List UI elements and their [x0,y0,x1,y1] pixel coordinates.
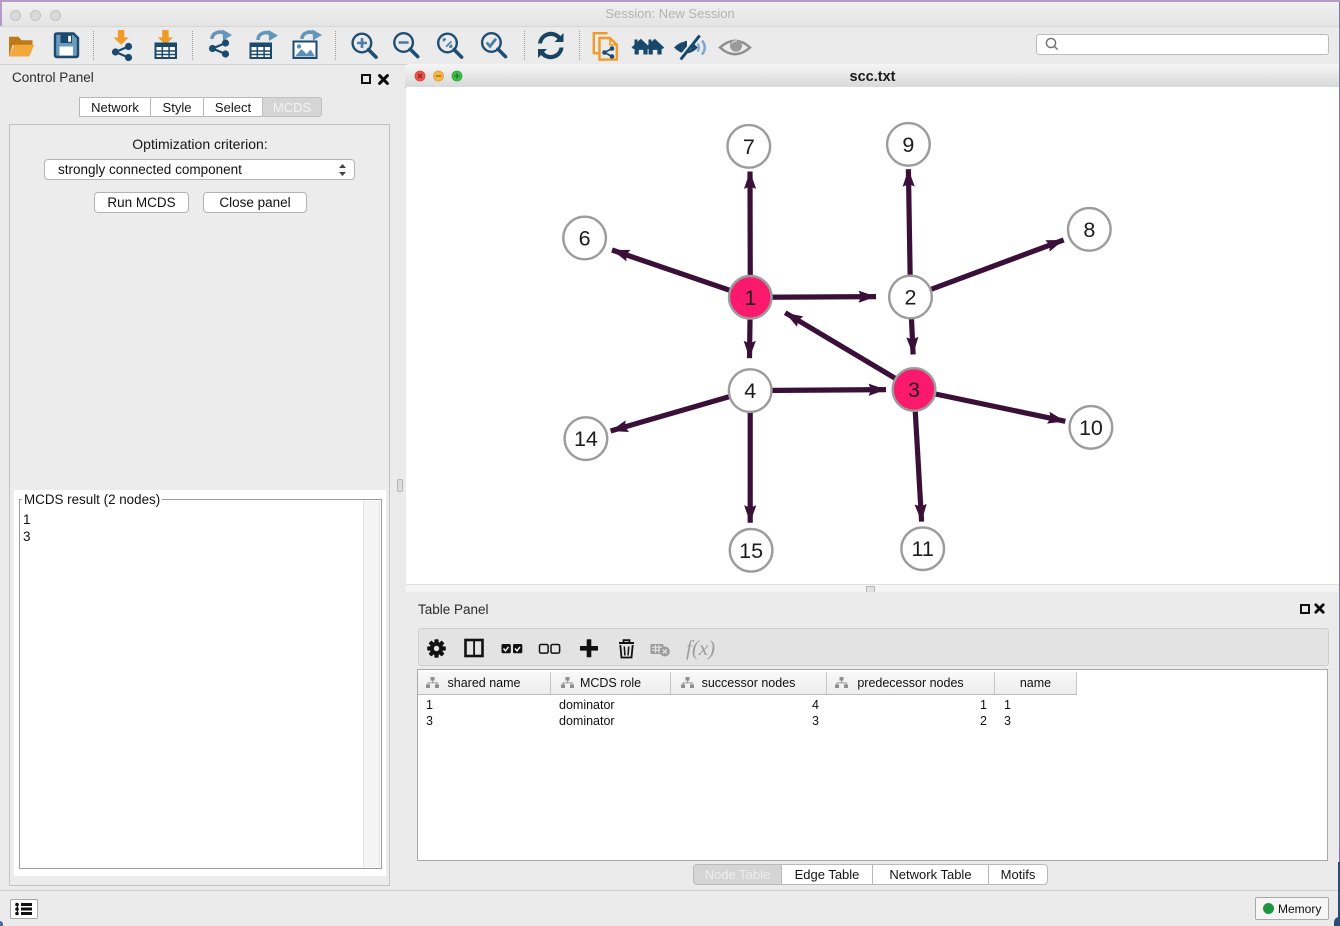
svg-text:15: 15 [739,539,763,563]
svg-text:7: 7 [743,135,755,159]
svg-text:14: 14 [574,427,598,451]
svg-text:8: 8 [1083,218,1095,242]
svg-text:f(x): f(x) [686,636,715,660]
svg-text:9: 9 [902,133,914,157]
svg-text:11: 11 [912,537,934,561]
svg-text:6: 6 [579,227,591,251]
svg-text:4: 4 [744,379,756,403]
svg-text:3: 3 [908,378,920,402]
svg-text:10: 10 [1079,416,1103,440]
svg-text:1: 1 [744,286,756,310]
svg-text:2: 2 [905,286,917,310]
